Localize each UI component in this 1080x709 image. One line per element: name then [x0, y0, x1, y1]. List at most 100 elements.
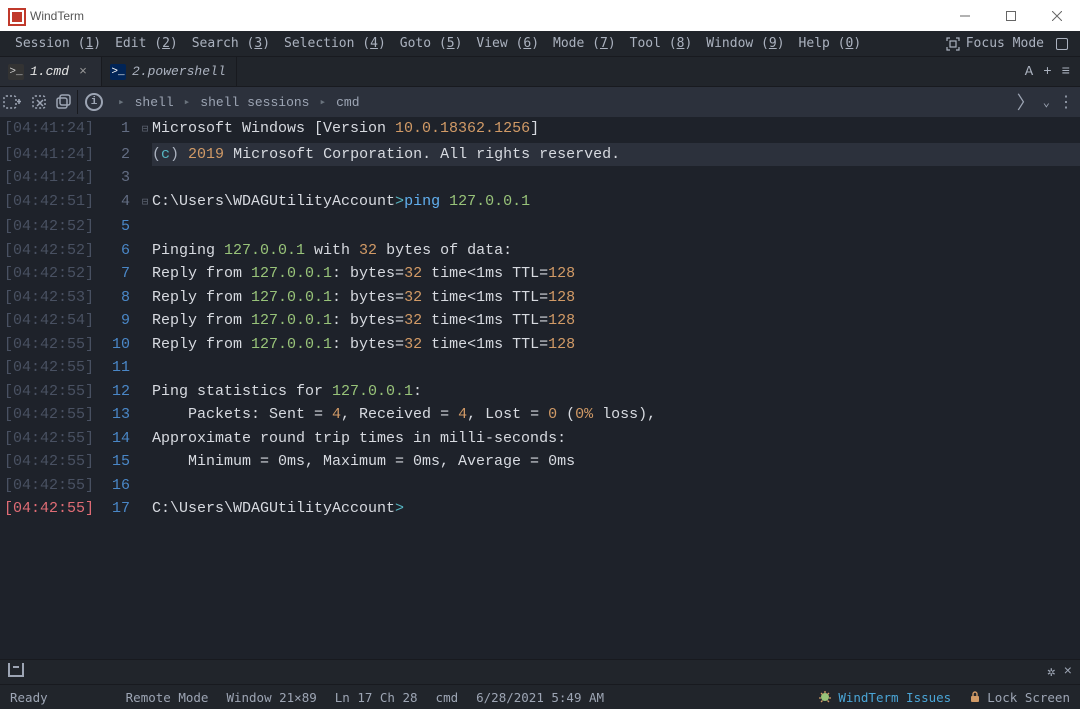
tab-powershell-label: 2.powershell: [132, 64, 226, 79]
breadcrumb-item[interactable]: shell sessions: [200, 95, 309, 110]
app-title: WindTerm: [30, 9, 84, 23]
terminal-line: [04:42:55]10Reply from 127.0.0.1: bytes=…: [0, 333, 1080, 357]
terminal-line: [04:42:55]16: [0, 474, 1080, 498]
line-number: 5: [98, 215, 138, 239]
menu-item[interactable]: View (6): [469, 36, 546, 51]
breadcrumb-item[interactable]: shell: [135, 95, 174, 110]
fold-gutter[interactable]: ⊟: [138, 190, 152, 216]
terminal-line: [04:42:53]8Reply from 127.0.0.1: bytes=3…: [0, 286, 1080, 310]
line-content: Microsoft Windows [Version 10.0.18362.12…: [152, 117, 1080, 141]
fold-gutter[interactable]: [138, 309, 152, 311]
terminal-line: [04:42:55]11: [0, 356, 1080, 380]
fold-gutter[interactable]: [138, 380, 152, 382]
close-tab-button[interactable]: [28, 90, 52, 114]
terminal-line: [04:42:55]12Ping statistics for 127.0.0.…: [0, 380, 1080, 404]
status-remote-mode[interactable]: Remote Mode: [126, 690, 209, 705]
breadcrumb-item[interactable]: cmd: [336, 95, 359, 110]
timestamp: [04:42:54]: [0, 309, 98, 333]
tab-powershell[interactable]: >_ 2.powershell: [102, 57, 237, 86]
panel-toolbar: ✲ ×: [0, 659, 1080, 685]
status-lock-screen[interactable]: Lock Screen: [969, 690, 1070, 705]
focus-mode-button[interactable]: Focus Mode: [946, 36, 1072, 51]
fold-gutter[interactable]: [138, 474, 152, 476]
timestamp: [04:42:55]: [0, 497, 98, 521]
fold-gutter[interactable]: [138, 333, 152, 335]
status-shell-mode[interactable]: cmd: [436, 690, 459, 705]
fold-gutter[interactable]: [138, 403, 152, 405]
timestamp: [04:42:52]: [0, 215, 98, 239]
timestamp: [04:42:55]: [0, 450, 98, 474]
panel-close-button[interactable]: ×: [1064, 664, 1072, 680]
tab-action-mode[interactable]: A: [1025, 64, 1033, 80]
fold-gutter[interactable]: [138, 215, 152, 217]
terminal-line: [04:41:24]3: [0, 166, 1080, 190]
timestamp: [04:42:55]: [0, 356, 98, 380]
terminal-line: [04:42:52]5: [0, 215, 1080, 239]
breadcrumb-bar: i ▸ shell ▸ shell sessions ▸ cmd 〉 ⌄ ⋮: [0, 87, 1080, 117]
timestamp: [04:42:55]: [0, 333, 98, 357]
menu-item[interactable]: Tool (8): [623, 36, 700, 51]
breadcrumb-more-button[interactable]: ⋮: [1058, 92, 1074, 112]
tab-cmd[interactable]: >_ 1.cmd ×: [0, 57, 102, 86]
line-content: Reply from 127.0.0.1: bytes=32 time<1ms …: [152, 286, 1080, 310]
menu-item[interactable]: Help (0): [792, 36, 869, 51]
tab-action-menu[interactable]: ≡: [1062, 64, 1070, 80]
breadcrumb: ▸ shell ▸ shell sessions ▸ cmd: [108, 95, 360, 110]
line-content: Packets: Sent = 4, Received = 4, Lost = …: [152, 403, 1080, 427]
fold-gutter[interactable]: [138, 143, 152, 145]
line-content: Reply from 127.0.0.1: bytes=32 time<1ms …: [152, 262, 1080, 286]
breadcrumb-dropdown-button[interactable]: ⌄: [1043, 95, 1050, 110]
duplicate-tab-button[interactable]: [54, 90, 78, 114]
menu-item[interactable]: Search (3): [185, 36, 277, 51]
timestamp: [04:41:24]: [0, 143, 98, 167]
menu-item[interactable]: Window (9): [699, 36, 791, 51]
menu-item[interactable]: Edit (2): [108, 36, 185, 51]
status-window-size[interactable]: Window 21×89: [226, 690, 316, 705]
bug-icon: [818, 690, 832, 704]
menu-item[interactable]: Goto (5): [393, 36, 470, 51]
info-button[interactable]: i: [82, 90, 106, 114]
tab-action-add[interactable]: +: [1043, 64, 1051, 80]
menu-item[interactable]: Selection (4): [277, 36, 393, 51]
timestamp: [04:42:55]: [0, 474, 98, 498]
window-maximize-button[interactable]: [988, 0, 1034, 31]
terminal-output[interactable]: [04:41:24]1⊟Microsoft Windows [Version 1…: [0, 117, 1080, 659]
window-minimize-button[interactable]: [942, 0, 988, 31]
lock-icon: [969, 691, 981, 703]
line-content: (c) 2019 Microsoft Corporation. All righ…: [152, 143, 1080, 167]
line-content: Approximate round trip times in milli-se…: [152, 427, 1080, 451]
panel-settings-button[interactable]: ✲: [1047, 664, 1055, 681]
fold-gutter[interactable]: [138, 239, 152, 241]
line-content: Reply from 127.0.0.1: bytes=32 time<1ms …: [152, 309, 1080, 333]
fold-gutter[interactable]: [138, 497, 152, 499]
fold-gutter[interactable]: [138, 356, 152, 358]
new-tab-dropdown-button[interactable]: [2, 90, 26, 114]
tab-close-button[interactable]: ×: [75, 64, 91, 79]
terminal-line: [04:42:55]13 Packets: Sent = 4, Received…: [0, 403, 1080, 427]
fold-gutter[interactable]: ⊟: [138, 117, 152, 143]
tab-bar: >_ 1.cmd × >_ 2.powershell A + ≡: [0, 57, 1080, 87]
window-close-button[interactable]: [1034, 0, 1080, 31]
status-bar: Ready Remote Mode Window 21×89 Ln 17 Ch …: [0, 685, 1080, 709]
breadcrumb-forward-button[interactable]: 〉: [1017, 89, 1035, 115]
line-content: Reply from 127.0.0.1: bytes=32 time<1ms …: [152, 333, 1080, 357]
cmd-icon: >_: [8, 64, 24, 80]
menu-bar: Session (1)Edit (2)Search (3)Selection (…: [0, 31, 1080, 57]
menu-item[interactable]: Mode (7): [546, 36, 623, 51]
menu-item[interactable]: Session (1): [8, 36, 108, 51]
line-content: Minimum = 0ms, Maximum = 0ms, Average = …: [152, 450, 1080, 474]
status-cursor-position[interactable]: Ln 17 Ch 28: [335, 690, 418, 705]
fold-gutter[interactable]: [138, 262, 152, 264]
focus-mode-label: Focus Mode: [966, 36, 1044, 51]
chevron-right-icon: ▸: [184, 95, 191, 109]
fold-gutter[interactable]: [138, 427, 152, 429]
status-ready: Ready: [10, 690, 48, 705]
status-issues-link[interactable]: WindTerm Issues: [818, 690, 951, 705]
fold-gutter[interactable]: [138, 166, 152, 168]
window-titlebar: WindTerm: [0, 0, 1080, 31]
panel-pin-icon[interactable]: [8, 663, 24, 677]
fold-gutter[interactable]: [138, 286, 152, 288]
terminal-line: [04:42:52]6Pinging 127.0.0.1 with 32 byt…: [0, 239, 1080, 263]
fold-gutter[interactable]: [138, 450, 152, 452]
tab-cmd-label: 1.cmd: [30, 64, 69, 79]
